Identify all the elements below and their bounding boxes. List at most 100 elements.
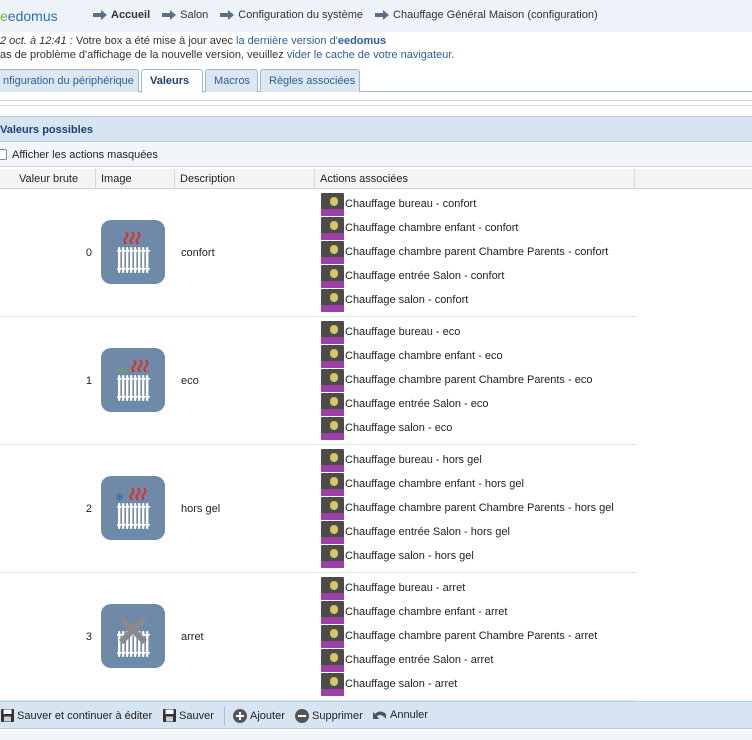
associated-action[interactable]: Chauffage salon - arret [321, 672, 597, 696]
associated-actions-list: Chauffage bureau - eco Chauffage chambre … [321, 320, 592, 440]
floppy-disk-icon [163, 709, 176, 722]
breadcrumb-item[interactable]: Salon [162, 9, 208, 21]
show-hidden-actions-checkbox[interactable] [0, 149, 7, 160]
save-button[interactable]: Sauver [162, 708, 214, 723]
heating-action-icon [321, 368, 344, 392]
column-description[interactable]: Description [175, 169, 315, 189]
associated-action[interactable]: Chauffage chambre enfant - arret [321, 600, 597, 624]
heating-action-icon [321, 648, 344, 672]
associated-action[interactable]: Chauffage entrée Salon - eco [321, 392, 592, 416]
radiator-off-icon[interactable] [101, 604, 165, 668]
heating-action-icon [321, 320, 344, 344]
associated-action[interactable]: Chauffage bureau - eco [321, 320, 592, 344]
tab-macros[interactable]: Macros [205, 69, 258, 92]
table-row[interactable]: 1 eco eco Chauffage bureau - eco Chauffage c… [0, 317, 636, 445]
heating-action-icon [321, 216, 344, 240]
svg-text:eco: eco [117, 367, 128, 374]
cancel-button[interactable]: Annuler [372, 708, 428, 722]
table-row[interactable]: 3 arret Chauffage bureau - arret Chauffage … [0, 573, 636, 701]
heating-action-icon [321, 392, 344, 416]
heating-action-icon [321, 520, 344, 544]
delete-button[interactable]: Supprimer [294, 708, 363, 724]
minus-circle-icon [295, 709, 309, 723]
associated-action[interactable]: Chauffage chambre enfant - confort [321, 216, 608, 240]
show-hidden-actions-label[interactable]: Afficher les actions masquées [12, 149, 158, 161]
associated-action[interactable]: Chauffage chambre parent Chambre Parents… [321, 496, 614, 520]
raw-value: 0 [85, 247, 92, 259]
associated-action[interactable]: Chauffage entrée Salon - confort [321, 264, 608, 288]
raw-value: 2 [85, 503, 92, 515]
clear-cache-link[interactable]: vider le cache de votre navigateur [287, 49, 452, 61]
associated-actions-list: Chauffage bureau - confort Chauffage cham… [321, 192, 608, 312]
notice-line-1: 2 oct. à 12:41 : Votre box a été mise à … [0, 35, 387, 47]
section-header: Valeurs possibles [0, 116, 752, 142]
values-table-header: Valeur brute Image Description Actions a… [0, 169, 752, 189]
value-description: hors gel [181, 503, 221, 515]
associated-action[interactable]: Chauffage chambre enfant - hors gel [321, 472, 614, 496]
value-description: eco [181, 375, 199, 387]
tab-bar: nfiguration du périphérique Valeurs Macr… [0, 68, 752, 93]
heating-action-icon [321, 240, 344, 264]
associated-action[interactable]: Chauffage salon - hors gel [321, 544, 614, 568]
column-image[interactable]: Image [96, 169, 175, 189]
radiator-eco-icon[interactable]: eco [101, 348, 165, 412]
associated-action[interactable]: Chauffage bureau - hors gel [321, 448, 614, 472]
arrow-right-icon [375, 10, 390, 20]
table-row[interactable]: 2 ❄ hors gel Chauffage bureau - hors gel Cha… [0, 445, 636, 573]
heating-action-icon [321, 264, 344, 288]
plus-circle-icon [233, 709, 247, 723]
eedomus-logo[interactable]: eedomus [0, 8, 58, 24]
associated-action[interactable]: Chauffage entrée Salon - hors gel [321, 520, 614, 544]
associated-actions-list: Chauffage bureau - hors gel Chauffage cha… [321, 448, 614, 568]
breadcrumb: Accueil Salon Configuration du système Chau… [93, 9, 610, 21]
bottom-toolbar: Sauver et continuer à éditer Sauver Ajou… [0, 701, 752, 729]
arrow-right-icon [93, 10, 107, 20]
column-raw-value[interactable]: Valeur brute [0, 169, 96, 189]
heating-action-icon [321, 544, 344, 568]
notice-line-2: as de problème d'affichage de la nouvell… [0, 49, 455, 61]
arrow-right-icon [220, 10, 235, 20]
radiator-frost-icon[interactable]: ❄ [101, 476, 165, 540]
associated-action[interactable]: Chauffage bureau - arret [321, 576, 597, 600]
update-notice: 2 oct. à 12:41 : Votre box a été mise à … [0, 34, 752, 66]
heating-action-icon [321, 576, 344, 600]
associated-action[interactable]: Chauffage chambre enfant - eco [321, 344, 592, 368]
heating-action-icon [321, 600, 344, 624]
heating-action-icon [321, 288, 344, 312]
associated-action[interactable]: Chauffage salon - eco [321, 416, 592, 440]
heating-action-icon [321, 624, 344, 648]
heating-action-icon [321, 416, 344, 440]
column-associated-actions[interactable]: Actions associées [315, 169, 635, 189]
associated-action[interactable]: Chauffage chambre parent Chambre Parents… [321, 368, 592, 392]
associated-action[interactable]: Chauffage bureau - confort [321, 192, 608, 216]
tab-device-configuration[interactable]: nfiguration du périphérique [0, 69, 139, 92]
arrow-right-icon [162, 10, 177, 20]
section-title: Valeurs possibles [0, 124, 93, 136]
tab-associated-rules[interactable]: Règles associées [260, 69, 360, 92]
associated-action[interactable]: Chauffage entrée Salon - arret [321, 648, 597, 672]
associated-action[interactable]: Chauffage salon - confort [321, 288, 608, 312]
associated-action[interactable]: Chauffage chambre parent Chambre Parents… [321, 240, 608, 264]
associated-action[interactable]: Chauffage chambre parent Chambre Parents… [321, 624, 597, 648]
value-description: arret [181, 631, 204, 643]
footer-strip [0, 731, 752, 740]
tab-values[interactable]: Valeurs [141, 69, 203, 93]
toolbar-separator [224, 706, 225, 726]
floppy-disk-icon [1, 709, 14, 722]
breadcrumb-item[interactable]: Configuration du système [220, 9, 363, 21]
value-description: confort [181, 247, 215, 259]
table-row[interactable]: 0 confort Chauffage bureau - confort Chauff… [0, 189, 636, 317]
raw-value: 1 [85, 375, 92, 387]
latest-version-link[interactable]: la dernière version d' [236, 35, 338, 47]
show-hidden-actions-row: Afficher les actions masquées [0, 143, 752, 167]
radiator-confort-icon[interactable] [101, 220, 165, 284]
top-navigation-bar: eedomus Accueil Salon Configuration du sys… [0, 0, 752, 32]
breadcrumb-item[interactable]: Accueil [93, 9, 150, 21]
heating-action-icon [321, 344, 344, 368]
add-button[interactable]: Ajouter [232, 708, 285, 724]
heating-action-icon [321, 472, 344, 496]
breadcrumb-item[interactable]: Chauffage Général Maison (configuration) [375, 9, 598, 21]
save-and-continue-button[interactable]: Sauver et continuer à éditer [0, 708, 152, 723]
heating-action-icon [321, 672, 344, 696]
divider-strip [0, 100, 752, 106]
